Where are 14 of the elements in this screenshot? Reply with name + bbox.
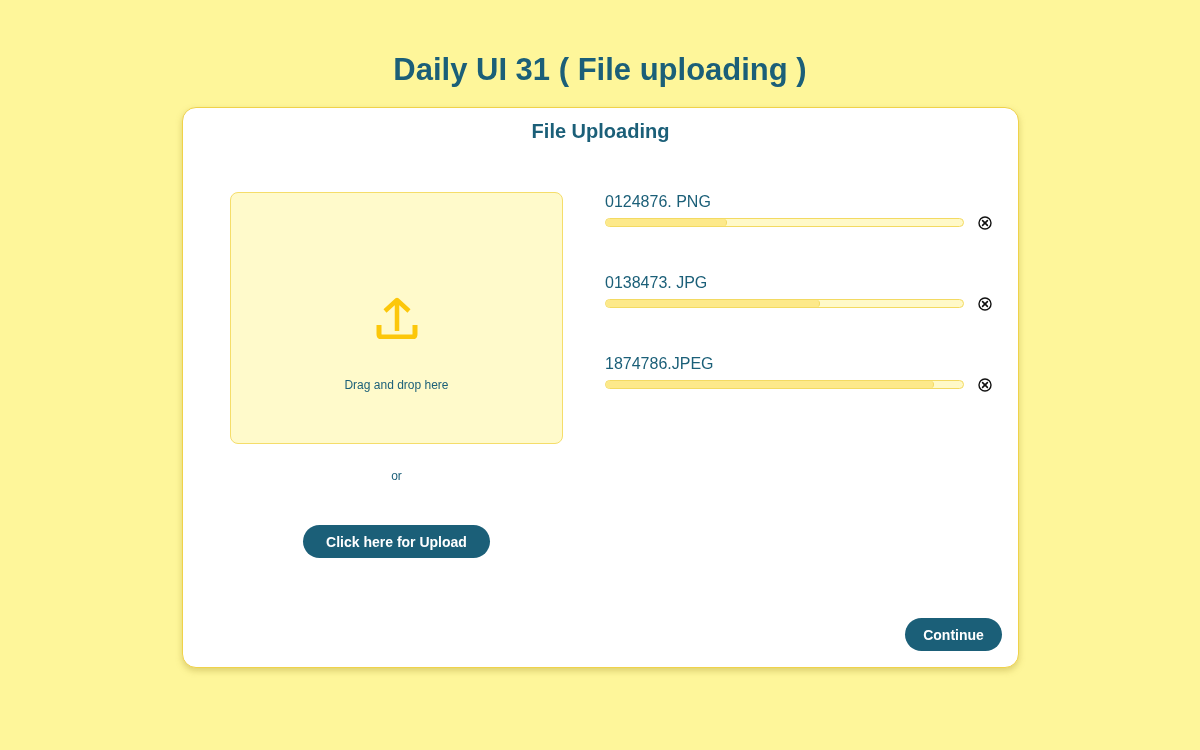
- upload-icon: [375, 297, 418, 339]
- card-title: File Uploading: [531, 119, 670, 143]
- file-name: 0138473. JPG: [605, 273, 709, 293]
- page-title: Daily UI 31 ( File uploading ): [393, 52, 807, 88]
- close-icon[interactable]: [978, 297, 992, 311]
- close-icon[interactable]: [978, 216, 992, 230]
- upload-button[interactable]: Click here for Upload: [303, 525, 490, 558]
- drop-zone[interactable]: Drag and drop here: [230, 192, 563, 444]
- or-separator: or: [391, 469, 402, 483]
- close-icon[interactable]: [978, 378, 992, 392]
- file-name: 0124876. PNG: [605, 192, 712, 212]
- file-name: 1874786.JPEG: [605, 354, 715, 374]
- continue-button[interactable]: Continue: [905, 618, 1002, 651]
- drop-label: Drag and drop here: [344, 378, 449, 392]
